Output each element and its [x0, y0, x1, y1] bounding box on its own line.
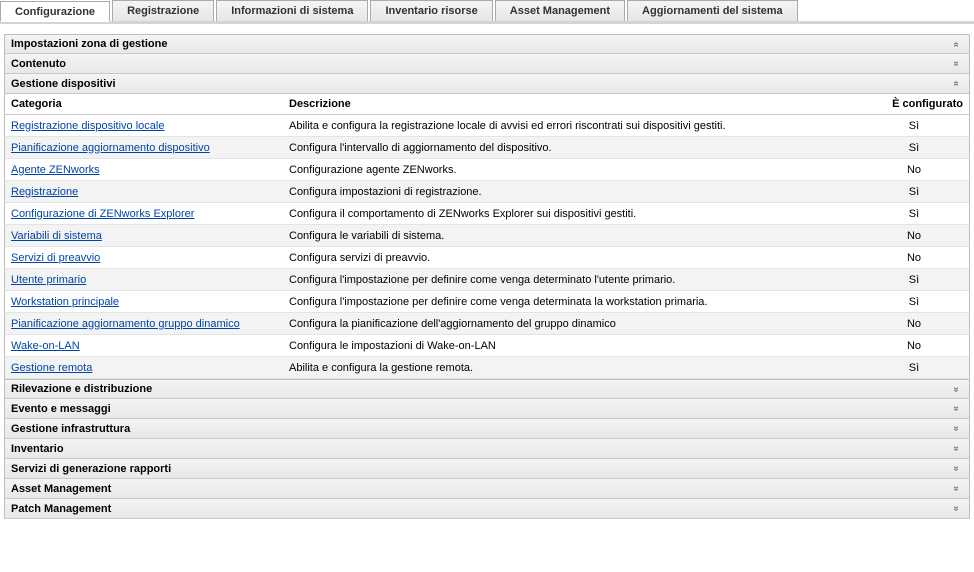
table-row: Registrazione Configura impostazioni di r…: [4, 181, 970, 203]
tab-registrazione[interactable]: Registrazione: [112, 0, 214, 21]
expand-icon[interactable]: »: [951, 442, 962, 456]
description-cell: Configura l'impostazione per definire co…: [283, 271, 859, 289]
expand-icon[interactable]: »: [951, 502, 962, 516]
configured-cell: Sì: [859, 139, 969, 157]
category-link[interactable]: Registrazione dispositivo locale: [11, 120, 164, 132]
category-link[interactable]: Agente ZENworks: [11, 164, 100, 176]
tab-asset-management[interactable]: Asset Management: [495, 0, 625, 21]
configured-cell: Sì: [859, 183, 969, 201]
description-cell: Abilita e configura la registrazione loc…: [283, 117, 859, 135]
description-cell: Configura il comportamento di ZENworks E…: [283, 205, 859, 223]
category-link[interactable]: Gestione remota: [11, 362, 92, 374]
panel-rapporti-title: Servizi di generazione rapporti: [11, 463, 949, 475]
category-link[interactable]: Wake-on-LAN: [11, 340, 80, 352]
configured-cell: Sì: [859, 205, 969, 223]
description-cell: Abilita e configura la gestione remota.: [283, 359, 859, 377]
description-cell: Configura la pianificazione dell'aggiorn…: [283, 315, 859, 333]
panel-asset-title: Asset Management: [11, 483, 949, 495]
description-cell: Configura l'impostazione per definire co…: [283, 293, 859, 311]
configured-cell: No: [859, 227, 969, 245]
panel-infra-title: Gestione infrastruttura: [11, 423, 949, 435]
category-link[interactable]: Servizi di preavvio: [11, 252, 100, 264]
panel-rilevazione-header[interactable]: Rilevazione e distribuzione »: [4, 379, 970, 399]
category-link[interactable]: Utente primario: [11, 274, 86, 286]
panel-zone-title: Impostazioni zona di gestione: [11, 38, 949, 50]
panel-evento-title: Evento e messaggi: [11, 403, 949, 415]
category-link[interactable]: Registrazione: [11, 186, 78, 198]
description-cell: Configura le impostazioni di Wake-on-LAN: [283, 337, 859, 355]
tab-inventario-risorse[interactable]: Inventario risorse: [370, 0, 492, 21]
table-row: Configurazione di ZENworks Explorer Confi…: [4, 203, 970, 225]
table-row: Wake-on-LAN Configura le impostazioni di …: [4, 335, 970, 357]
table-row: Workstation principale Configura l'impost…: [4, 291, 970, 313]
table-row: Utente primario Configura l'impostazione …: [4, 269, 970, 291]
tab-bar: Configurazione Registrazione Informazion…: [0, 0, 974, 24]
table-row: Variabili di sistema Configura le variabi…: [4, 225, 970, 247]
panel-patch-header[interactable]: Patch Management »: [4, 499, 970, 519]
panel-contenuto-header[interactable]: Contenuto »: [4, 54, 970, 74]
description-cell: Configurazione agente ZENworks.: [283, 161, 859, 179]
column-headers: Categoria Descrizione È configurato: [4, 94, 970, 115]
category-link[interactable]: Variabili di sistema: [11, 230, 102, 242]
category-link[interactable]: Workstation principale: [11, 296, 119, 308]
col-descrizione: Descrizione: [283, 94, 859, 114]
configured-cell: Sì: [859, 271, 969, 289]
panel-asset-header[interactable]: Asset Management »: [4, 479, 970, 499]
content-area: Impostazioni zona di gestione « Contenut…: [0, 24, 974, 523]
table-row: Agente ZENworks Configurazione agente ZEN…: [4, 159, 970, 181]
panel-gestione-header[interactable]: Gestione dispositivi «: [4, 74, 970, 94]
col-configurato: È configurato: [859, 94, 969, 114]
configured-cell: No: [859, 161, 969, 179]
panel-inventario-header[interactable]: Inventario »: [4, 439, 970, 459]
tab-informazioni[interactable]: Informazioni di sistema: [216, 0, 368, 21]
category-link[interactable]: Configurazione di ZENworks Explorer: [11, 208, 194, 220]
table-row: Pianificazione aggiornamento gruppo dina…: [4, 313, 970, 335]
table-row: Registrazione dispositivo locale Abilita …: [4, 115, 970, 137]
table-row: Pianificazione aggiornamento dispositivo…: [4, 137, 970, 159]
panel-contenuto-title: Contenuto: [11, 58, 949, 70]
description-cell: Configura l'intervallo di aggiornamento …: [283, 139, 859, 157]
panel-inventario-title: Inventario: [11, 443, 949, 455]
panel-evento-header[interactable]: Evento e messaggi »: [4, 399, 970, 419]
configured-cell: Sì: [859, 293, 969, 311]
panel-patch-title: Patch Management: [11, 503, 949, 515]
configured-cell: No: [859, 315, 969, 333]
collapse-icon[interactable]: «: [951, 77, 962, 91]
expand-icon[interactable]: »: [951, 402, 962, 416]
description-cell: Configura servizi di preavvio.: [283, 249, 859, 267]
configured-cell: Sì: [859, 359, 969, 377]
panel-infra-header[interactable]: Gestione infrastruttura »: [4, 419, 970, 439]
description-cell: Configura le variabili di sistema.: [283, 227, 859, 245]
panel-gestione-title: Gestione dispositivi: [11, 78, 949, 90]
tab-configurazione[interactable]: Configurazione: [0, 1, 110, 22]
table-row: Gestione remota Abilita e configura la ge…: [4, 357, 970, 379]
configured-cell: No: [859, 337, 969, 355]
configured-cell: No: [859, 249, 969, 267]
expand-icon[interactable]: »: [951, 382, 962, 396]
configured-cell: Sì: [859, 117, 969, 135]
expand-icon[interactable]: »: [951, 462, 962, 476]
category-link[interactable]: Pianificazione aggiornamento dispositivo: [11, 142, 210, 154]
table-row: Servizi di preavvio Configura servizi di …: [4, 247, 970, 269]
category-link[interactable]: Pianificazione aggiornamento gruppo dina…: [11, 318, 240, 330]
panel-rilevazione-title: Rilevazione e distribuzione: [11, 383, 949, 395]
description-cell: Configura impostazioni di registrazione.: [283, 183, 859, 201]
tab-aggiornamenti[interactable]: Aggiornamenti del sistema: [627, 0, 798, 21]
collapse-icon[interactable]: «: [951, 37, 962, 51]
expand-icon[interactable]: »: [951, 57, 962, 71]
expand-icon[interactable]: »: [951, 482, 962, 496]
panel-rapporti-header[interactable]: Servizi di generazione rapporti »: [4, 459, 970, 479]
col-categoria: Categoria: [5, 94, 283, 114]
panel-zone-header[interactable]: Impostazioni zona di gestione «: [4, 34, 970, 54]
expand-icon[interactable]: »: [951, 422, 962, 436]
